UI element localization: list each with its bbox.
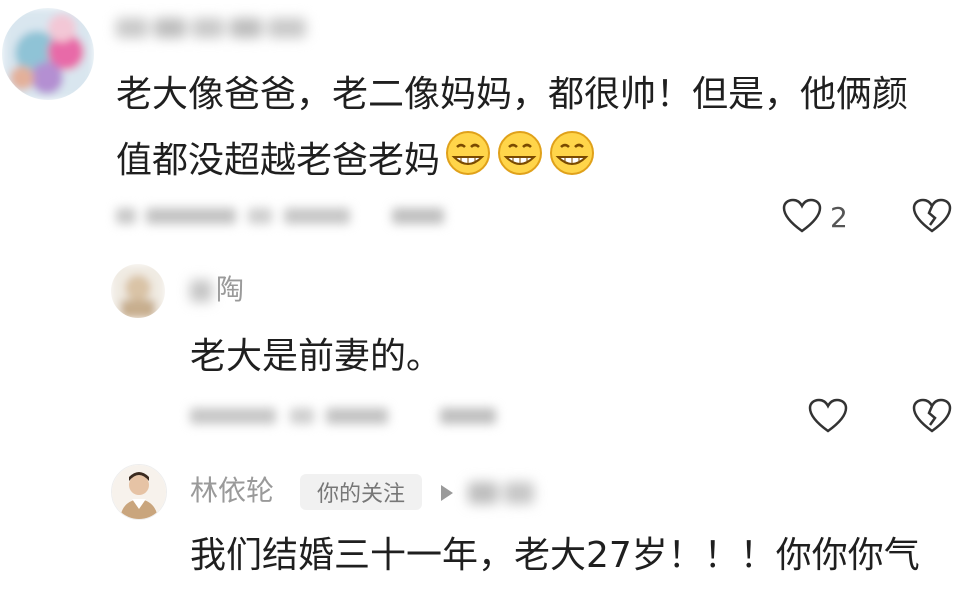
like-button[interactable] xyxy=(806,396,850,436)
comment-meta xyxy=(190,398,510,434)
reply-arrow-icon xyxy=(436,480,458,506)
comment-text-line-1: 老大像爸爸，老二像妈妈，都很帅！但是，他俩颜 xyxy=(116,74,909,115)
heart-icon xyxy=(782,198,822,233)
comment-thread: 老大像爸爸，老二像妈妈，都很帅！但是，他俩颜 值都没超越老爸老妈 2 陶 老大是… xyxy=(0,0,960,589)
avatar[interactable] xyxy=(111,464,167,520)
dislike-button[interactable] xyxy=(910,196,954,236)
like-count: 2 xyxy=(830,201,848,234)
broken-heart-icon xyxy=(912,198,952,233)
username[interactable]: 林依轮 xyxy=(190,473,274,509)
dislike-button[interactable] xyxy=(910,396,954,436)
following-badge: 你的关注 xyxy=(300,474,422,510)
avatar[interactable] xyxy=(111,264,165,318)
broken-heart-icon xyxy=(912,398,952,433)
username-blurred[interactable] xyxy=(190,276,214,304)
reply-target-username[interactable] xyxy=(468,476,538,510)
username[interactable]: 陶 xyxy=(216,272,244,308)
comment-text: 老大是前妻的。 xyxy=(190,336,443,377)
comment-text: 我们结婚三十一年，老大27岁！！！你你你气 xyxy=(190,535,920,576)
avatar[interactable] xyxy=(2,8,94,100)
comment-text: 值都没超越老爸老妈 xyxy=(116,140,441,181)
grinning-face-icon xyxy=(496,129,544,189)
grinning-face-icon xyxy=(548,129,596,189)
username[interactable] xyxy=(116,10,316,46)
comment-text-line-2: 值都没超越老爸老妈 xyxy=(116,129,596,192)
grinning-face-icon xyxy=(444,129,492,189)
comment-meta xyxy=(116,198,456,234)
like-button[interactable] xyxy=(780,196,824,236)
heart-icon xyxy=(808,398,848,433)
